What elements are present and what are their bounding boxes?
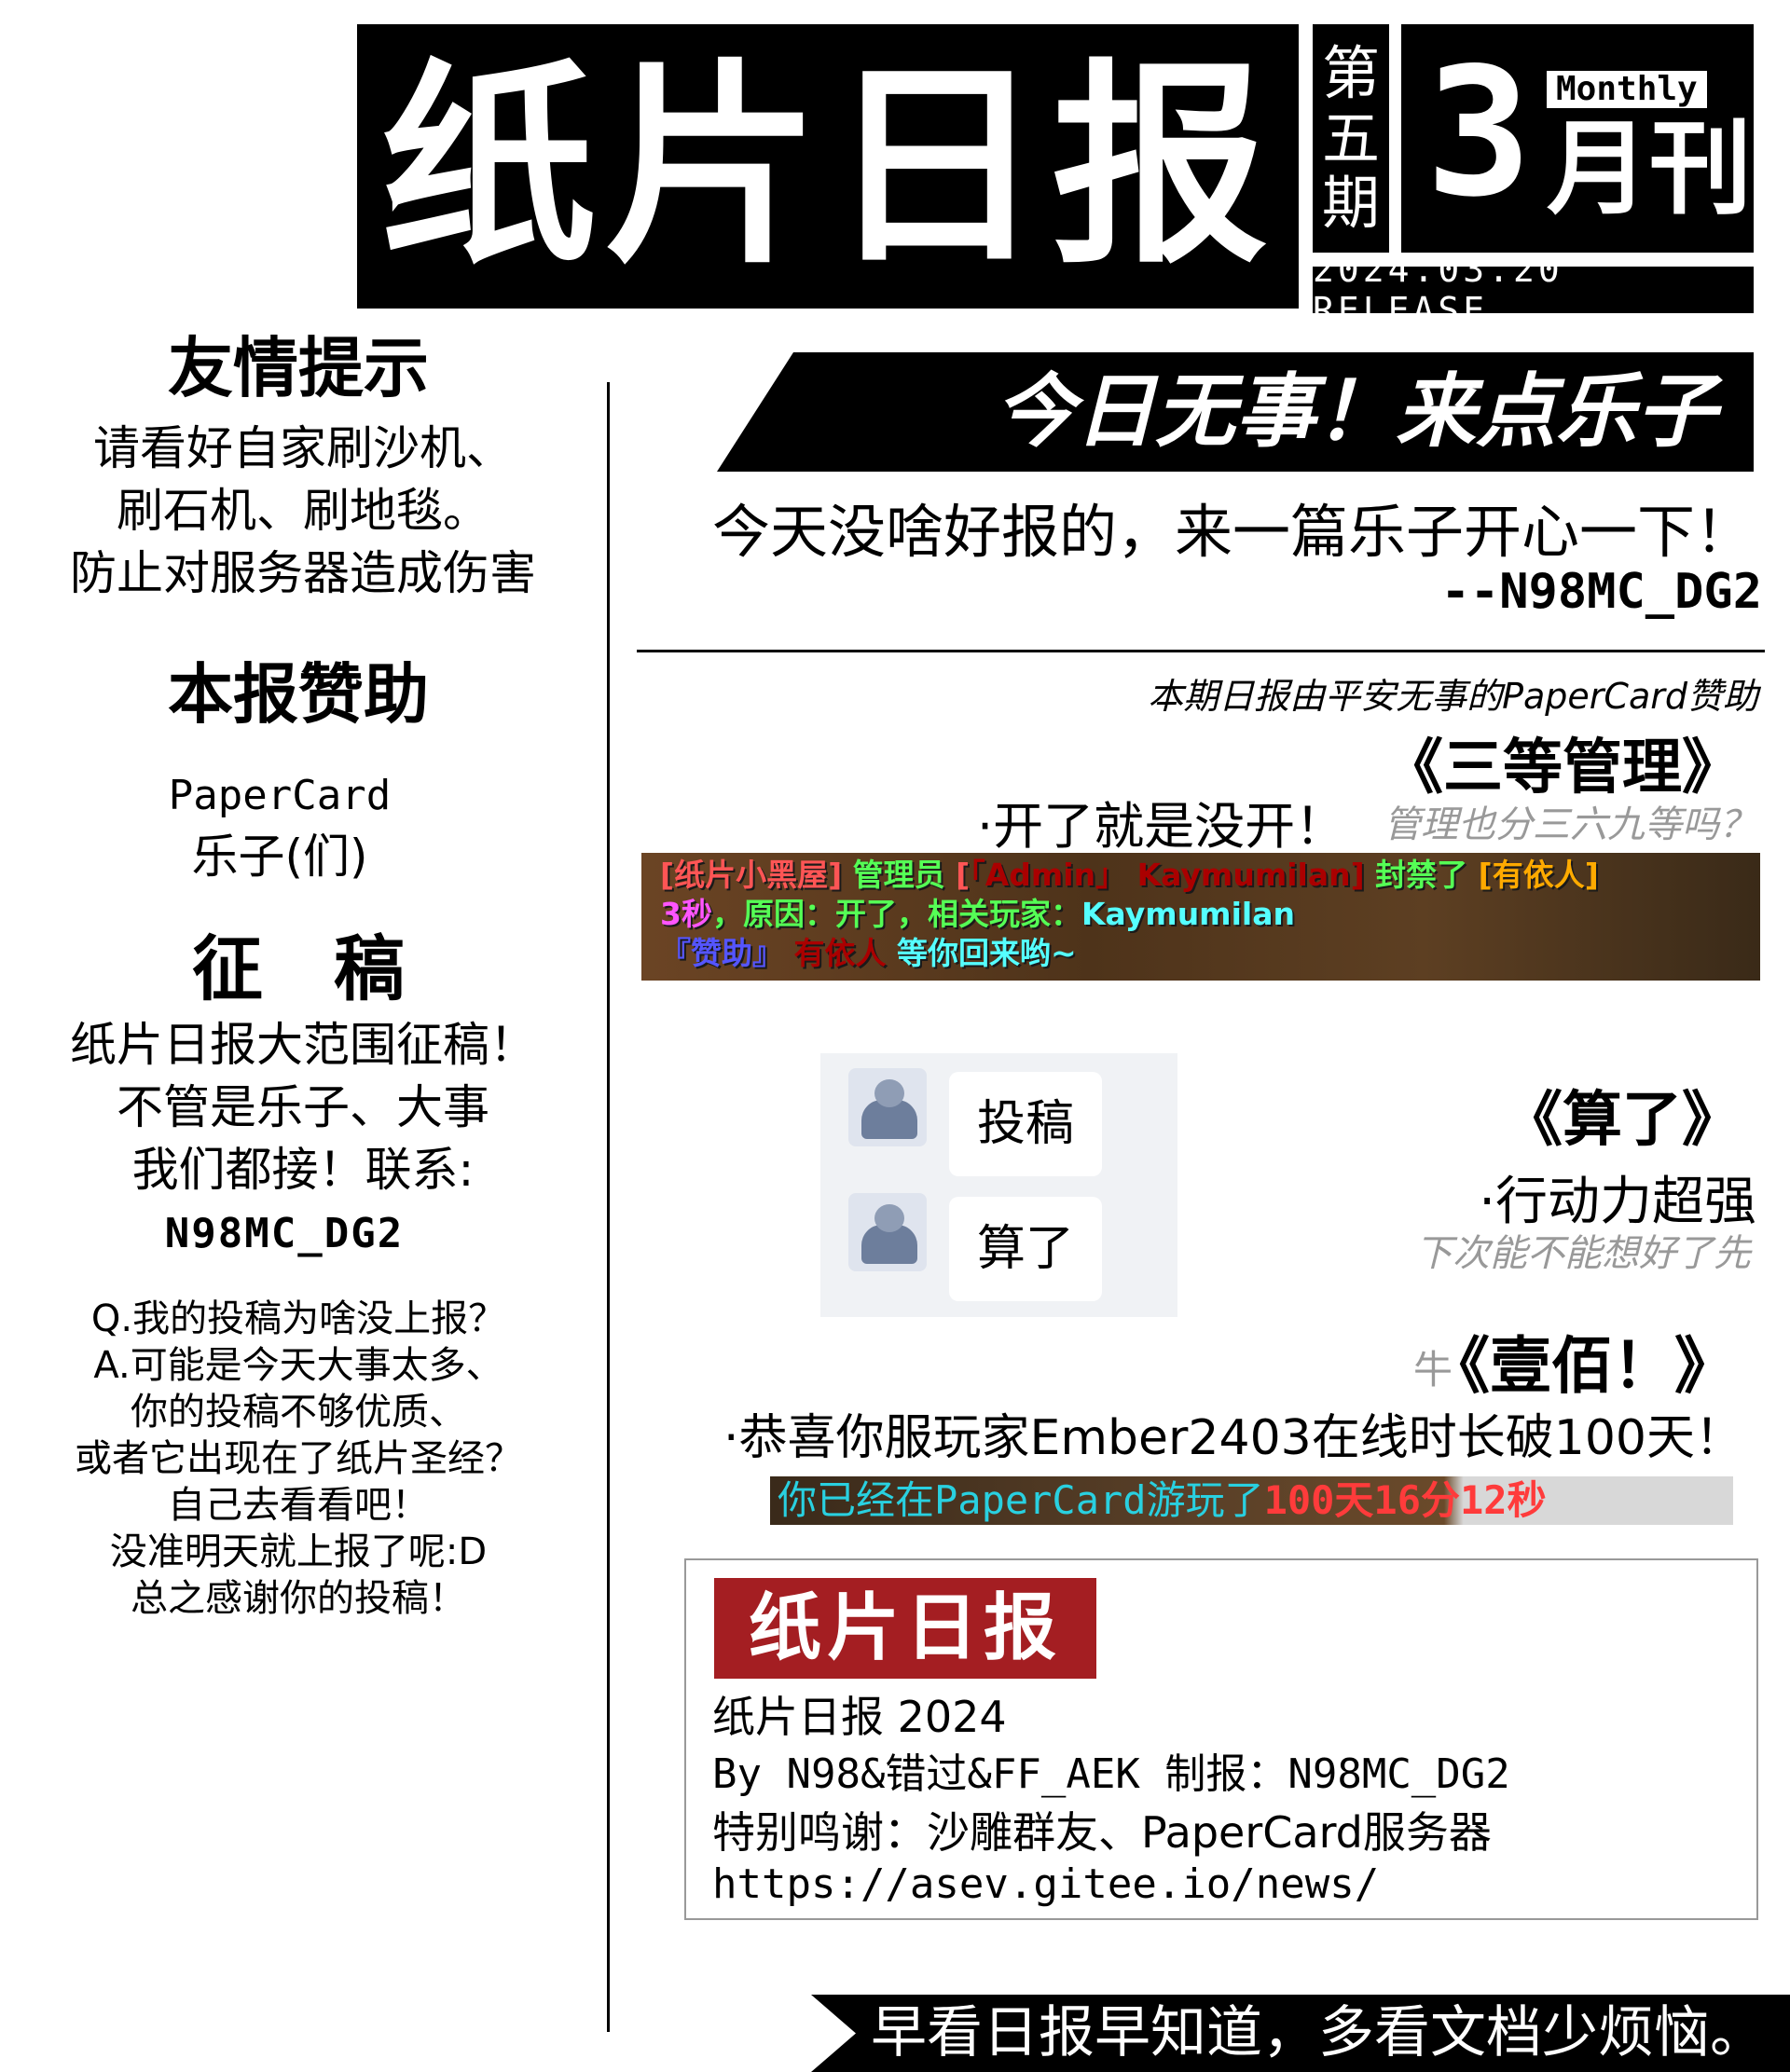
game-chat-screenshot: [纸片小黑屋] 管理员 [「Admin」 Kaymumilan] 封禁了 [有依… bbox=[641, 853, 1760, 981]
tip-body: 请看好自家刷沙机、 刷石机、刷地毯。 防止对服务器造成伤害 bbox=[19, 418, 587, 605]
chat-segment: 『赞助』 bbox=[660, 935, 783, 971]
ban-message-line-3: 『赞助』 有依人 等你回来哟~ bbox=[660, 935, 1077, 972]
chat-segment: [有依人] bbox=[1478, 857, 1599, 893]
chat-segment: 管理员 bbox=[842, 857, 957, 893]
playtime-value: 100天16分12秒 bbox=[1263, 1477, 1547, 1523]
intro-author: --N98MC_DG2 bbox=[1440, 564, 1762, 620]
issue-char: 第 bbox=[1321, 39, 1380, 108]
avatar bbox=[848, 1193, 927, 1271]
chat-segment: Kaymumilan] bbox=[1126, 857, 1365, 893]
masthead-title: 纸片日报 bbox=[357, 24, 1299, 309]
story3-title: 《壹佰！》 bbox=[1428, 1330, 1736, 1402]
credits-line: By N98&错过&FF_AEK 制报：N98MC_DG2 bbox=[712, 1750, 1510, 1798]
chat-bubble: 投稿 bbox=[949, 1072, 1103, 1176]
faq-body: Q.我的投稿为啥没上报？ A.可能是今天大事太多、 你的投稿不够优质、 或者它出… bbox=[19, 1296, 578, 1622]
chat-segment: 有依人 bbox=[783, 935, 897, 971]
credits-box: 纸片日报 纸片日报 2024 By N98&错过&FF_AEK 制报：N98MC… bbox=[684, 1558, 1758, 1920]
section-rule bbox=[637, 650, 1765, 652]
column-divider bbox=[607, 382, 610, 2032]
chat-segment: ，原因：开了，相关玩家： bbox=[711, 896, 1081, 932]
sponsor-name: 乐子(们) bbox=[191, 830, 368, 884]
intro-text: 今天没啥好报的，来一篇乐子开心一下！ bbox=[711, 498, 1753, 566]
monthly-tag: Monthly bbox=[1547, 71, 1707, 108]
footer-slogan: 早看日报早知道，多看文档少烦恼。 bbox=[811, 1995, 1790, 2072]
story1-title: 《三等管理》 bbox=[1384, 734, 1742, 803]
ban-message-line-1: [纸片小黑屋] 管理员 [「Admin」 Kaymumilan] 封禁了 [有依… bbox=[660, 857, 1599, 894]
faq-line: A.可能是今天大事太多、 bbox=[93, 1344, 503, 1387]
call-line: 纸片日报大范围征稿！ bbox=[70, 1018, 536, 1072]
credits-line: 纸片日报 2024 bbox=[712, 1692, 1007, 1742]
faq-line: 或者它出现在了纸片圣经？ bbox=[75, 1437, 522, 1480]
headline-banner: 今日无事！来点乐子 bbox=[717, 352, 1754, 472]
chat-segment: [ bbox=[956, 857, 971, 893]
credits-url: https://asev.gitee.io/news/ bbox=[712, 1860, 1380, 1908]
faq-line: 没准明天就上报了呢:D bbox=[109, 1530, 488, 1573]
call-contact: N98MC_DG2 bbox=[164, 1210, 405, 1257]
call-line: 我们都接！联系: bbox=[131, 1143, 475, 1197]
chat-segment: 等你回来哟~ bbox=[896, 935, 1077, 971]
credits-line: 特别鸣谢：沙雕群友、PaperCard服务器 bbox=[712, 1807, 1492, 1858]
monthly-label: 月刊 bbox=[1547, 109, 1752, 228]
tip-line: 请看好自家刷沙机、 bbox=[93, 421, 513, 475]
story3-headline: ·恭喜你服玩家Ember2403在线时长破100天！ bbox=[723, 1410, 1743, 1466]
faq-line: 自己去看看吧！ bbox=[168, 1484, 429, 1527]
tip-line: 刷石机、刷地毯。 bbox=[117, 484, 489, 538]
chat-segment: 封禁了 bbox=[1364, 857, 1479, 893]
newspaper-logo: 纸片日报 bbox=[714, 1578, 1096, 1679]
chat-screenshot: 投稿 算了 bbox=[820, 1053, 1177, 1317]
faq-line: 你的投稿不够优质、 bbox=[131, 1391, 466, 1434]
story2-title: 《算了》 bbox=[1503, 1086, 1742, 1155]
footer-slogan-text: 早看日报早知道，多看文档少烦恼。 bbox=[871, 2000, 1766, 2065]
ban-message-line-2: 3秒，原因：开了，相关玩家：Kaymumilan bbox=[660, 896, 1295, 933]
playtime-text: 你已经在PaperCard游玩了 bbox=[778, 1477, 1264, 1523]
playtime-screenshot: 你已经在PaperCard游玩了100天16分12秒 bbox=[770, 1476, 1733, 1525]
chat-segment: 3秒 bbox=[660, 896, 712, 932]
story2-comment: 下次能不能想好了先 bbox=[1415, 1232, 1751, 1275]
issue-number: 第 五 期 bbox=[1313, 24, 1389, 253]
chat-segment: Kaymumilan bbox=[1081, 896, 1295, 932]
story1-comment: 管理也分三六九等吗？ bbox=[1384, 803, 1756, 846]
month-number: 3 bbox=[1425, 30, 1533, 236]
chat-segment: [纸片小黑屋] bbox=[660, 857, 843, 893]
chat-segment: 「Admin」 bbox=[970, 857, 1127, 893]
sponsor-name: PaperCard bbox=[168, 772, 392, 819]
story1-headline: ·开了就是没开！ bbox=[977, 797, 1346, 856]
issue-char: 五 bbox=[1321, 103, 1380, 172]
faq-line: 总之感谢你的投稿！ bbox=[131, 1577, 466, 1620]
tip-heading: 友情提示 bbox=[168, 330, 429, 406]
avatar bbox=[848, 1068, 927, 1146]
release-date: 2024.03.20 RELEASE bbox=[1313, 249, 1754, 331]
call-body: 纸片日报大范围征稿！ 不管是乐子、大事 我们都接！联系: bbox=[19, 1014, 587, 1201]
faq-line: Q.我的投稿为啥没上报？ bbox=[90, 1297, 506, 1340]
tip-line: 防止对服务器造成伤害 bbox=[70, 546, 536, 600]
call-line: 不管是乐子、大事 bbox=[117, 1080, 489, 1134]
issue-char: 期 bbox=[1321, 169, 1380, 238]
sponsor-note: 本期日报由平安无事的PaperCard赞助 bbox=[1148, 676, 1758, 717]
sponsor-heading: 本报赞助 bbox=[168, 656, 429, 733]
call-heading: 征 稿 bbox=[192, 927, 405, 1010]
chat-bubble: 算了 bbox=[949, 1197, 1103, 1301]
headline-banner-text: 今日无事！来点乐子 bbox=[995, 365, 1716, 459]
monthly-badge: 3 Monthly 月刊 bbox=[1401, 24, 1754, 253]
